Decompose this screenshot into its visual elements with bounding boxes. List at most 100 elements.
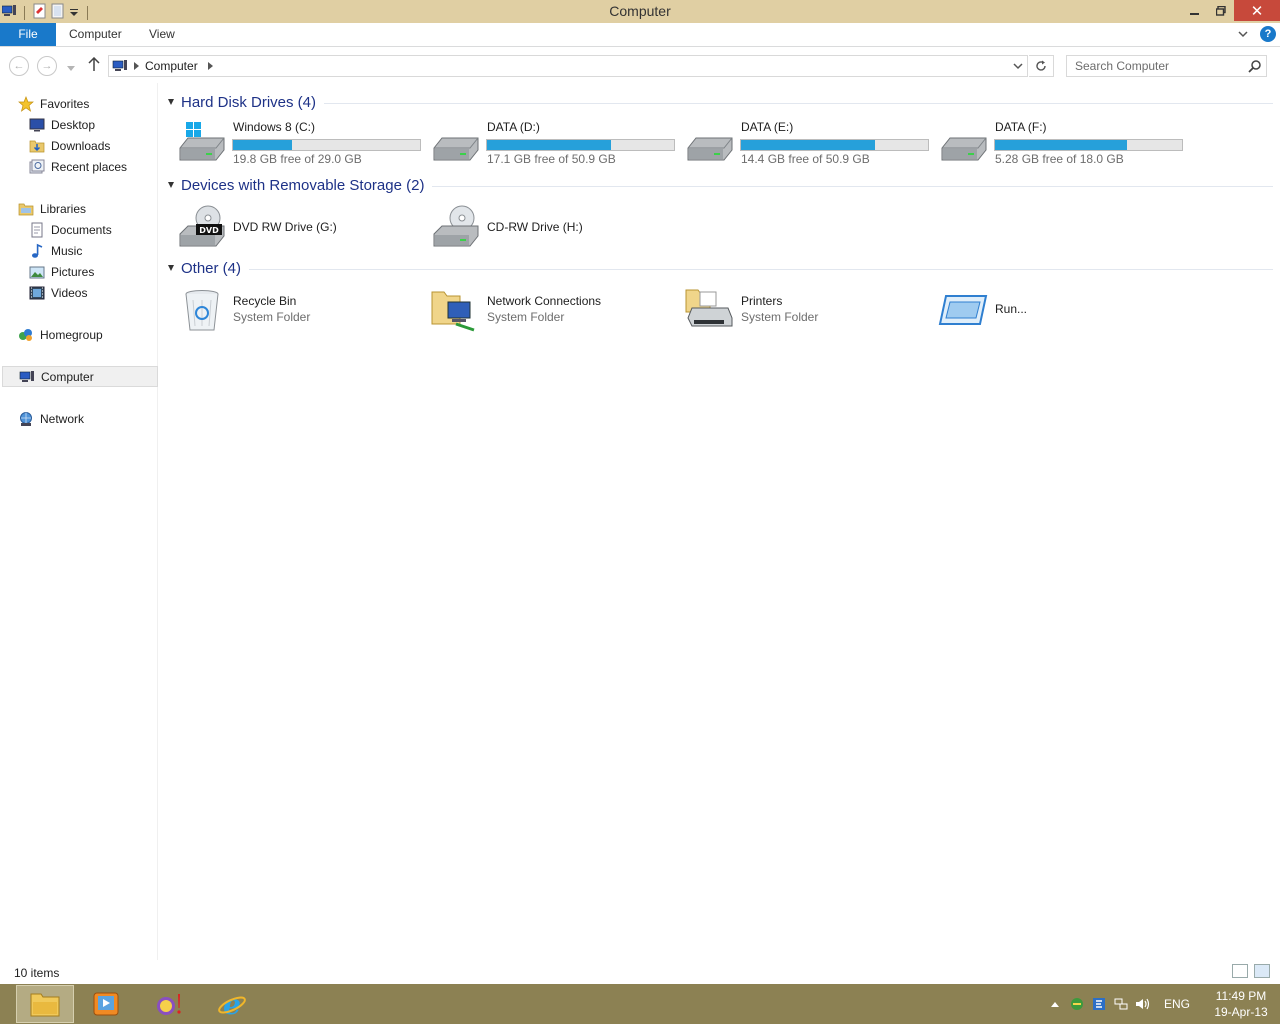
tray-editor-icon[interactable]	[1088, 997, 1110, 1011]
nav-label: Music	[51, 243, 83, 258]
tab-file[interactable]: File	[0, 23, 56, 46]
input-language[interactable]: ENG	[1164, 997, 1190, 1011]
breadcrumb-computer[interactable]: Computer	[145, 59, 198, 73]
drive-tile-f[interactable]: DATA (F:) 5.28 GB free of 18.0 GB	[932, 118, 1183, 166]
drive-free-space: 19.8 GB free of 29.0 GB	[233, 152, 362, 166]
nav-videos[interactable]: Videos	[29, 282, 185, 303]
item-recycle-bin[interactable]: Recycle Bin System Folder	[170, 286, 420, 334]
file-explorer-icon	[30, 993, 60, 1017]
nav-network[interactable]: Network	[18, 408, 174, 429]
nav-label: Videos	[51, 285, 88, 300]
hard-drive-icon	[941, 137, 987, 161]
hard-drive-icon	[687, 137, 733, 161]
help-icon[interactable]: ?	[1260, 26, 1276, 42]
videos-icon	[29, 285, 45, 301]
item-type: System Folder	[741, 310, 819, 324]
clock-date: 19-Apr-13	[1214, 1005, 1268, 1019]
clock[interactable]: 11:49 PM 19-Apr-13	[1202, 988, 1280, 1020]
taskbar: e ENG 11:49 PM 19-Apr-13	[0, 984, 1280, 1024]
tab-computer[interactable]: Computer	[69, 23, 122, 46]
group-divider	[324, 102, 1273, 104]
nav-libraries[interactable]: Libraries	[18, 198, 174, 219]
drive-tile-c[interactable]: Windows 8 (C:) 19.8 GB free of 29.0 GB	[170, 118, 421, 166]
network-connections-icon	[431, 291, 475, 332]
nav-pictures[interactable]: Pictures	[29, 261, 185, 282]
drive-free-space: 5.28 GB free of 18.0 GB	[995, 152, 1124, 166]
group-divider	[432, 185, 1273, 187]
network-status-icon[interactable]	[1110, 997, 1132, 1011]
drive-name: Windows 8 (C:)	[233, 120, 316, 134]
desktop-icon	[29, 117, 45, 133]
search-box[interactable]	[1066, 55, 1267, 77]
taskbar-file-explorer[interactable]	[16, 985, 74, 1023]
drive-tile-e[interactable]: DATA (E:) 14.4 GB free of 50.9 GB	[678, 118, 929, 166]
item-type: System Folder	[233, 310, 311, 324]
nav-homegroup[interactable]: Homegroup	[18, 324, 174, 345]
minimize-button[interactable]	[1182, 0, 1208, 21]
item-run[interactable]: Run...	[932, 286, 1182, 334]
drive-tile-g[interactable]: DVD DVD RW Drive (G:)	[170, 202, 420, 250]
nav-label: Recent places	[51, 159, 128, 174]
nav-documents[interactable]: Documents	[29, 219, 185, 240]
nav-favorites[interactable]: Favorites	[18, 93, 174, 114]
collapse-triangle-icon[interactable]	[168, 265, 174, 271]
show-hidden-icons-icon[interactable]	[1044, 1001, 1066, 1007]
search-input[interactable]	[1075, 59, 1242, 73]
back-button[interactable]: ←	[9, 56, 29, 76]
expand-ribbon-icon[interactable]	[1238, 27, 1248, 41]
up-icon[interactable]	[88, 56, 100, 75]
ribbon: File Computer View ?	[0, 23, 1280, 47]
taskbar-internet-explorer[interactable]: e	[203, 985, 261, 1023]
taskbar-messenger[interactable]	[141, 985, 199, 1023]
hard-drive-icon	[433, 137, 479, 161]
volume-icon[interactable]	[1132, 997, 1154, 1011]
drive-usage-fill	[741, 140, 876, 150]
breadcrumb-chevron-icon[interactable]	[207, 62, 213, 70]
close-button[interactable]: ✕	[1234, 0, 1280, 21]
drive-usage-bar	[232, 139, 421, 151]
group-other[interactable]: Other (4)	[168, 258, 1273, 278]
nav-label: Desktop	[51, 117, 96, 132]
taskbar-media-player[interactable]	[77, 985, 135, 1023]
group-removable-storage[interactable]: Devices with Removable Storage (2)	[168, 175, 1273, 195]
address-bar[interactable]: Computer	[108, 55, 1028, 77]
search-icon[interactable]	[1242, 59, 1266, 73]
window-title: Computer	[609, 3, 671, 19]
nav-label: Libraries	[40, 201, 87, 216]
details-view-icon[interactable]	[1232, 964, 1248, 978]
address-dropdown-icon[interactable]	[1013, 62, 1023, 70]
run-icon	[938, 295, 988, 325]
nav-label: Downloads	[51, 138, 111, 153]
nav-recent-places[interactable]: Recent places	[29, 156, 185, 177]
collapse-triangle-icon[interactable]	[168, 99, 174, 105]
nav-computer[interactable]: Computer	[2, 366, 158, 387]
drive-usage-bar	[740, 139, 929, 151]
nav-downloads[interactable]: Downloads	[29, 135, 185, 156]
tray-app-icon[interactable]	[1066, 997, 1088, 1011]
item-network-connections[interactable]: Network Connections System Folder	[424, 286, 674, 334]
title-bar: Computer ✕	[0, 0, 1280, 23]
recent-locations-icon[interactable]	[67, 61, 75, 75]
group-hard-disk-drives[interactable]: Hard Disk Drives (4)	[168, 92, 1273, 112]
nav-label: Computer	[41, 369, 94, 384]
nav-label: Favorites	[40, 96, 90, 111]
refresh-icon	[1036, 60, 1046, 71]
large-icons-view-icon[interactable]	[1254, 964, 1270, 978]
drive-tile-h[interactable]: CD-RW Drive (H:)	[424, 202, 674, 250]
tab-view[interactable]: View	[149, 23, 175, 46]
refresh-button[interactable]	[1029, 55, 1054, 77]
breadcrumb-chevron-icon[interactable]	[134, 62, 139, 70]
item-count: 10 items	[14, 966, 60, 980]
item-name: Network Connections	[487, 294, 602, 308]
drive-tile-d[interactable]: DATA (D:) 17.1 GB free of 50.9 GB	[424, 118, 675, 166]
item-printers[interactable]: Printers System Folder	[678, 286, 928, 334]
media-player-icon	[93, 992, 119, 1016]
drive-free-space: 14.4 GB free of 50.9 GB	[741, 152, 870, 166]
group-divider	[249, 268, 1273, 270]
nav-desktop[interactable]: Desktop	[29, 114, 185, 135]
printers-icon	[685, 289, 733, 327]
collapse-triangle-icon[interactable]	[168, 182, 174, 188]
nav-music[interactable]: Music	[29, 240, 185, 261]
restore-button[interactable]	[1208, 0, 1234, 21]
forward-button[interactable]: →	[37, 56, 57, 76]
